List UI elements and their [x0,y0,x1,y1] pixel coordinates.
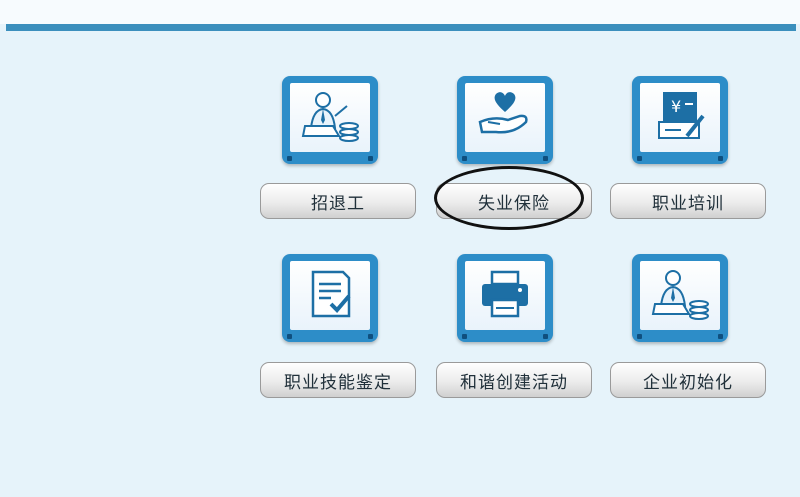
tile-screen [640,261,720,330]
tile-dot [287,334,292,339]
enterprise-init-tile[interactable] [632,254,728,342]
tile-frame: ¥ [632,76,728,164]
skill-appraisal-button[interactable]: 职业技能鉴定 [260,362,416,398]
top-bar [0,0,800,24]
header-divider [6,24,796,31]
tile-dot [368,334,373,339]
tile-frame [457,76,553,164]
checklist-icon [299,266,361,326]
tile-screen [465,83,545,152]
heart-hand-icon [474,88,536,148]
tile-dot [637,156,642,161]
tile-dot [368,156,373,161]
tile-dot [462,156,467,161]
enterprise-init-button[interactable]: 企业初始化 [610,362,766,398]
vocational-training-tile[interactable]: ¥ [632,76,728,164]
harmony-activity-tile[interactable] [457,254,553,342]
tile-frame [632,254,728,342]
skill-appraisal-tile[interactable] [282,254,378,342]
vocational-training-button[interactable]: 职业培训 [610,183,766,219]
harmony-activity-button[interactable]: 和谐创建活动 [436,362,592,398]
unemployment-insurance-tile[interactable] [457,76,553,164]
tile-screen [290,83,370,152]
unemployment-insurance-button[interactable]: 失业保险 [436,183,592,219]
recruit-tile[interactable] [282,76,378,164]
tile-screen [290,261,370,330]
svg-text:¥: ¥ [671,97,681,116]
tile-dot [287,156,292,161]
tile-screen [465,261,545,330]
tile-dot [718,334,723,339]
yuan-document-icon: ¥ [649,88,711,148]
business-person-icon [649,266,711,326]
tile-frame [282,254,378,342]
tile-screen: ¥ [640,83,720,152]
tile-dot [718,156,723,161]
tile-dot [543,334,548,339]
recruit-person-icon [299,88,361,148]
tile-frame [457,254,553,342]
tile-dot [462,334,467,339]
tile-dot [543,156,548,161]
printer-icon [474,266,536,326]
tile-frame [282,76,378,164]
tile-dot [637,334,642,339]
recruit-button[interactable]: 招退工 [260,183,416,219]
